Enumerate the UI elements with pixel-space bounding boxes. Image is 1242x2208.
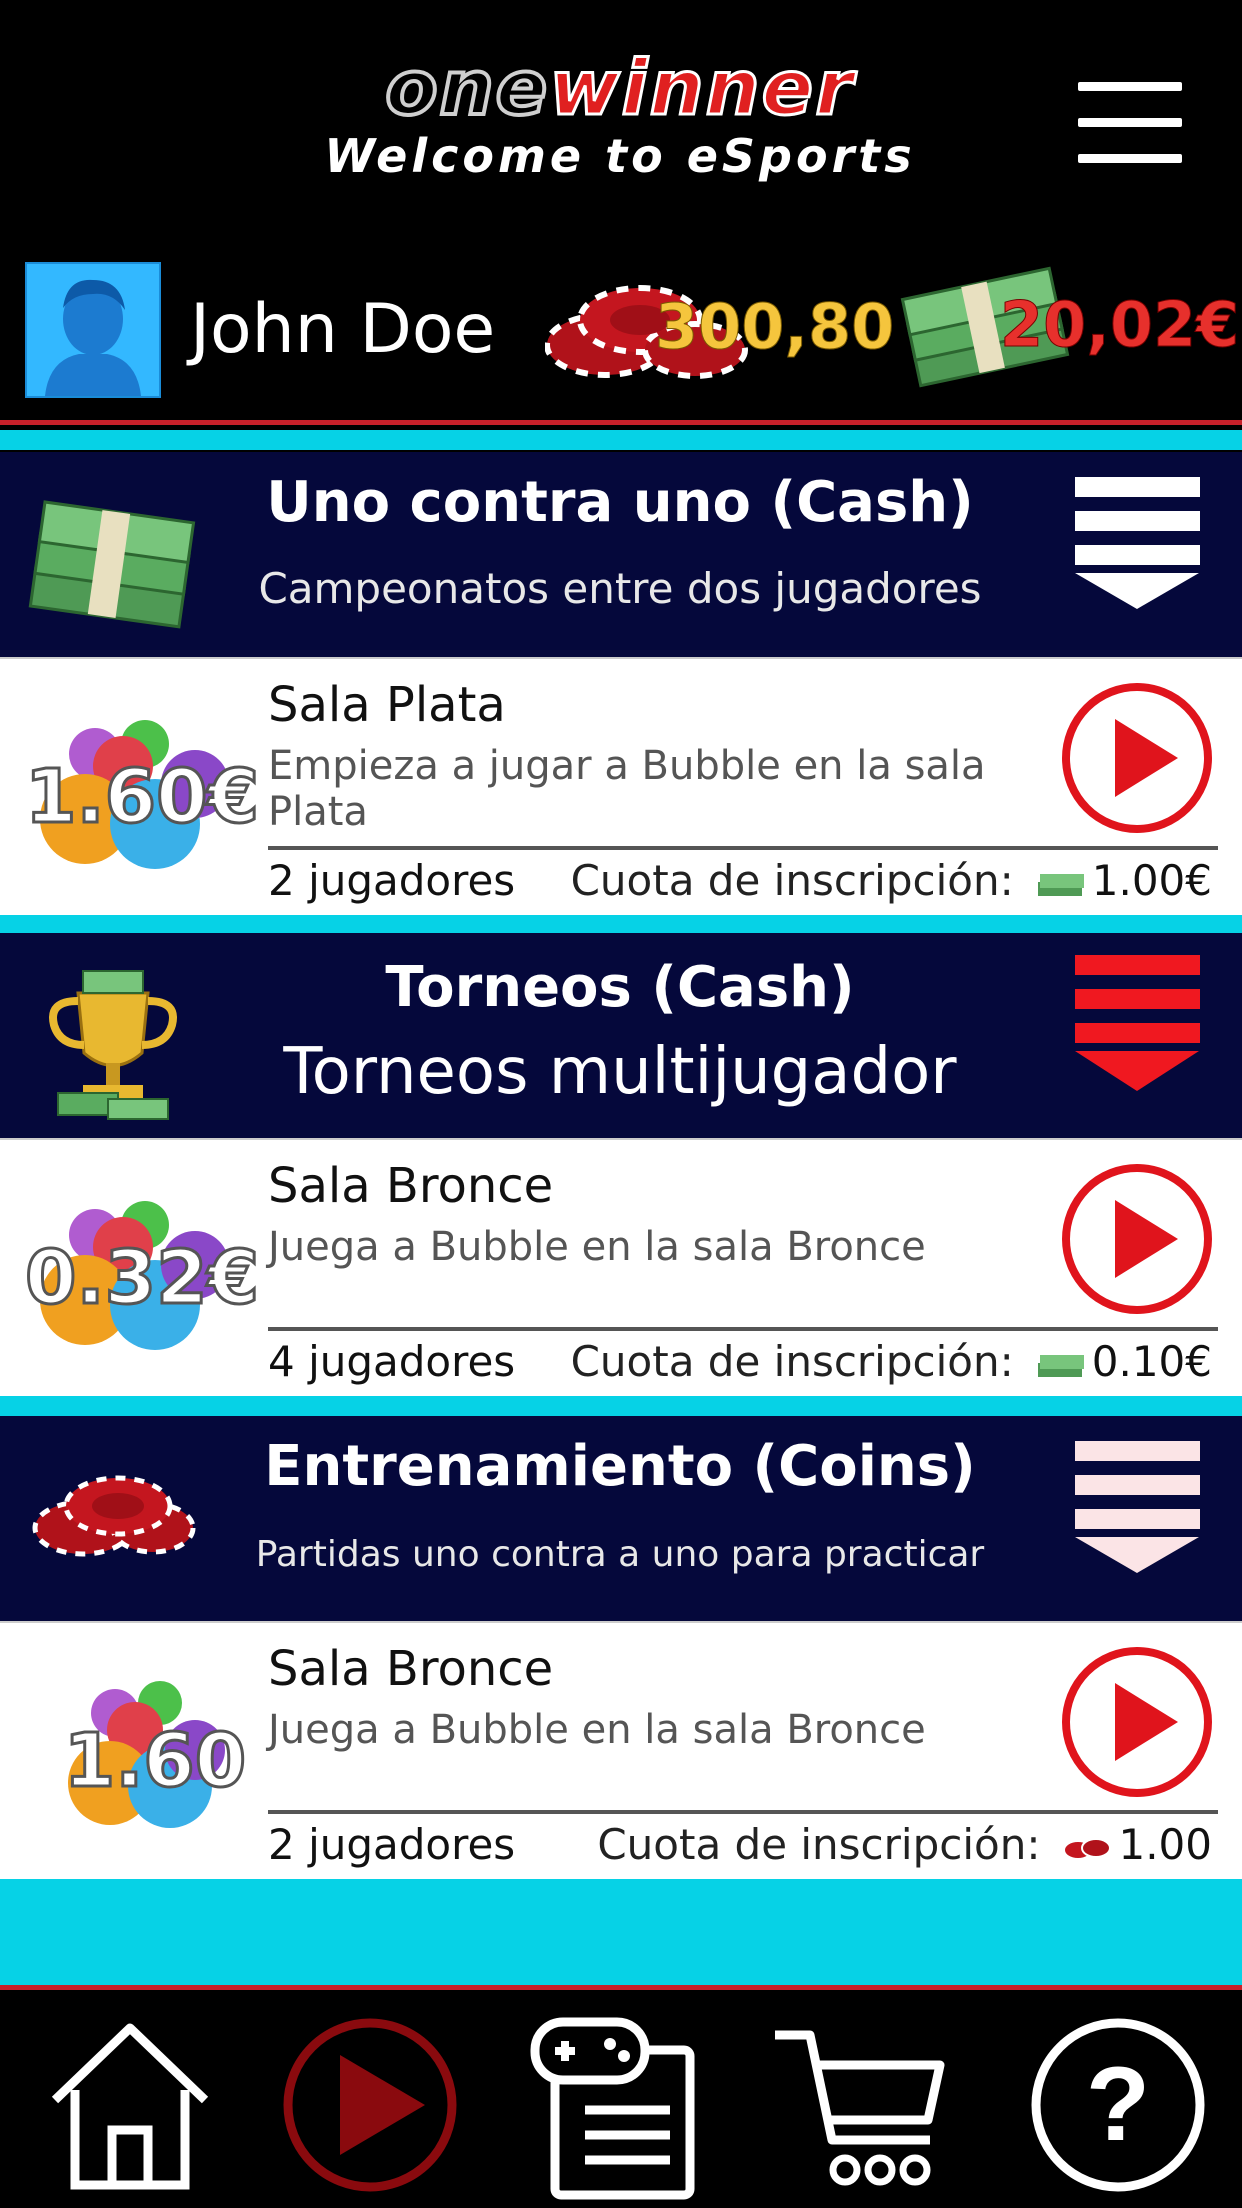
menu-icon[interactable] (1078, 82, 1182, 163)
cash-mini-icon (1037, 1354, 1084, 1377)
divider (268, 1810, 1218, 1814)
top-header: onewinner Welcome to eSports (0, 0, 1242, 240)
chips-mini-icon (1063, 1837, 1112, 1860)
cash-balance: 20,02€ (999, 288, 1240, 362)
section-title: Uno contra uno (Cash) (266, 470, 974, 535)
room-name: Sala Bronce (268, 1641, 554, 1697)
room-players: 2 jugadores (268, 1820, 516, 1869)
app-logo: onewinner Welcome to eSports (320, 43, 920, 185)
divider (268, 1327, 1218, 1331)
expand-arrow-icon[interactable] (1075, 1441, 1200, 1591)
trophy-icon (49, 970, 177, 1120)
section-subtitle: Torneos multijugador (283, 1035, 957, 1109)
room-card[interactable]: 1.60€ Sala Plata Empieza a jugar a Bubbl… (0, 657, 1242, 915)
expand-arrow-icon[interactable] (1075, 955, 1200, 1105)
room-players: 2 jugadores (268, 856, 516, 905)
brand-one: one (383, 43, 550, 133)
divider (268, 846, 1218, 850)
room-name: Sala Bronce (268, 1158, 554, 1214)
divider-strip (0, 1396, 1242, 1416)
svg-text:?: ? (1086, 2046, 1150, 2163)
user-bar: John Doe 300,80 20,02€ (0, 240, 1242, 425)
section-title: Torneos (Cash) (385, 955, 855, 1020)
fee-label: Cuota de inscripción: (570, 1337, 1014, 1386)
avatar[interactable] (25, 262, 161, 398)
fee-label: Cuota de inscripción: (597, 1820, 1041, 1869)
section-subtitle: Campeonatos entre dos jugadores (258, 564, 982, 613)
tagline: Welcome to eSports (324, 129, 916, 183)
poker-chips-icon (32, 1475, 196, 1557)
room-name: Sala Plata (268, 677, 506, 733)
fee-value: 0.10€ (1091, 1337, 1212, 1386)
user-name: John Doe (190, 290, 496, 369)
room-card[interactable]: 0.32€ Sala Bronce Juega a Bubble en la s… (0, 1138, 1242, 1396)
play-button-icon[interactable] (1060, 681, 1215, 836)
coins-balance: 300,80 (654, 290, 895, 364)
divider-strip (0, 430, 1242, 450)
play-icon[interactable] (280, 2010, 460, 2200)
content-background (0, 1879, 1242, 1985)
user-silhouette-icon (45, 279, 141, 396)
section-subtitle: Partidas uno contra a uno para practicar (255, 1534, 985, 1575)
fee-value: 1.00 (1118, 1820, 1212, 1869)
cart-icon[interactable] (770, 2010, 950, 2200)
room-prize: 1.60€ (24, 753, 261, 842)
room-description: Empieza a jugar a Bubble en la sala Plat… (268, 743, 986, 835)
room-description: Juega a Bubble en la sala Bronce (268, 1707, 926, 1753)
room-prize: 0.32€ (24, 1234, 261, 1323)
expand-arrow-icon[interactable] (1075, 477, 1200, 627)
divider-strip (0, 915, 1242, 933)
play-button-icon[interactable] (1060, 1162, 1215, 1317)
section-header-training[interactable]: Entrenamiento (Coins) Partidas uno contr… (0, 1416, 1242, 1621)
fee-value: 1.00€ (1091, 856, 1212, 905)
gamepad-list-icon[interactable] (530, 2010, 710, 2200)
cash-mini-icon (1037, 873, 1084, 896)
bottom-nav: ? (0, 1985, 1242, 2208)
home-icon[interactable] (40, 2010, 220, 2200)
room-fee: Cuota de inscripción: 1.00 (597, 1820, 1212, 1869)
section-title: Entrenamiento (Coins) (264, 1434, 976, 1499)
room-description: Juega a Bubble en la sala Bronce (268, 1224, 926, 1270)
room-fee: Cuota de inscripción: 0.10€ (571, 1337, 1212, 1386)
app-screen: onewinner Welcome to eSports John Doe 30… (0, 0, 1242, 2208)
play-button-icon[interactable] (1060, 1645, 1215, 1800)
fee-label: Cuota de inscripción: (570, 856, 1014, 905)
cash-stack-icon (28, 500, 196, 629)
room-players: 4 jugadores (268, 1337, 516, 1386)
brand-winner: winner (548, 43, 855, 132)
help-icon[interactable]: ? (1028, 2010, 1208, 2200)
room-card[interactable]: 1.60 Sala Bronce Juega a Bubble en la sa… (0, 1621, 1242, 1879)
section-header-one-vs-one[interactable]: Uno contra uno (Cash) Campeonatos entre … (0, 452, 1242, 657)
room-fee: Cuota de inscripción: 1.00€ (571, 856, 1212, 905)
room-prize: 1.60 (62, 1717, 248, 1806)
section-header-tournaments[interactable]: Torneos (Cash) Torneos multijugador (0, 933, 1242, 1138)
brand-wordmark: onewinner (320, 43, 920, 133)
